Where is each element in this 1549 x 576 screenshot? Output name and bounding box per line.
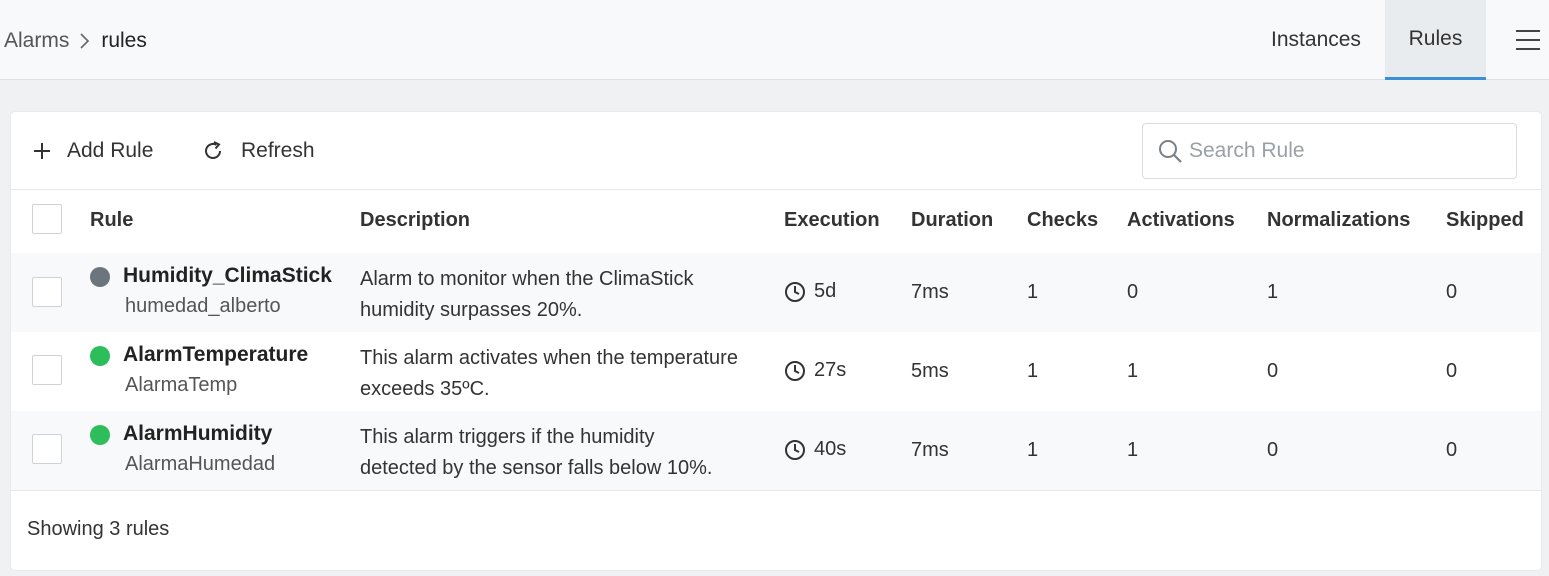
activations-value: 1 [1127,439,1139,461]
skipped-value: 0 [1446,281,1458,303]
duration-value: 5ms [911,360,949,382]
skipped-value: 0 [1446,360,1458,382]
breadcrumb-rules: rules [101,29,147,52]
duration-value: 7ms [911,281,949,303]
refresh-icon [205,141,221,159]
execution-value: 40s [814,438,847,460]
rule-description: This alarm activates when the temperatur… [360,347,738,400]
checks-value: 1 [1027,281,1039,303]
rule-id: humedad_alberto [125,295,281,317]
clock-icon [785,360,805,381]
header-execution[interactable]: Execution [784,209,880,232]
normalizations-value: 0 [1267,360,1279,382]
rule-description: This alarm triggers if the humidity detec… [360,426,713,479]
status-dot-inactive [90,267,110,287]
rule-id: AlarmaTemp [125,374,238,396]
row-checkbox[interactable] [32,434,62,464]
status-dot-active [90,346,110,366]
clock-icon [785,439,805,460]
execution-value: 27s [814,359,847,381]
rules-count: Showing 3 rules [27,518,170,540]
header-rule[interactable]: Rule [90,209,133,232]
header-checks[interactable]: Checks [1027,209,1098,232]
header-description[interactable]: Description [360,209,470,232]
header-normalizations[interactable]: Normalizations [1267,209,1410,232]
add-rule-label: Add Rule [67,139,154,162]
rule-id: AlarmaHumedad [125,453,276,475]
header-skipped[interactable]: Skipped [1446,209,1524,232]
rule-name-link[interactable]: Humidity_ClimaStick [123,264,332,288]
clock-icon [785,281,805,302]
add-rule-button[interactable]: Add Rule [33,136,153,166]
checks-value: 1 [1027,439,1039,461]
menu-icon[interactable] [1516,28,1540,52]
execution-cell: 27s [784,359,846,382]
duration-value: 7ms [911,439,949,461]
tab-rules[interactable]: Rules [1385,0,1486,80]
plus-icon [34,143,50,159]
status-dot-active [90,425,110,445]
execution-cell: 5d [784,280,836,303]
activations-value: 1 [1127,360,1139,382]
execution-cell: 40s [784,438,846,461]
table-row[interactable]: Humidity_ClimaStick humedad_alberto Alar… [11,253,1541,332]
search-box[interactable] [1142,123,1517,179]
top-bar: Alarms rules Instances Rules [0,0,1549,80]
search-icon [1159,140,1182,163]
normalizations-value: 0 [1267,439,1279,461]
checks-value: 1 [1027,360,1039,382]
table-row[interactable]: AlarmHumidity AlarmaHumedad This alarm t… [11,411,1541,490]
toolbar: Add Rule Refresh [11,112,1541,190]
normalizations-value: 1 [1267,281,1279,303]
breadcrumb: Alarms rules [4,26,147,56]
table-row[interactable]: AlarmTemperature AlarmaTemp This alarm a… [11,332,1541,411]
select-all-checkbox[interactable] [32,204,62,234]
rule-name-link[interactable]: AlarmHumidity [123,422,272,446]
skipped-value: 0 [1446,439,1458,461]
refresh-button[interactable]: Refresh [201,136,315,166]
rule-description: Alarm to monitor when the ClimaStick humi… [360,268,694,321]
search-input[interactable] [1189,139,1489,163]
breadcrumb-alarms[interactable]: Alarms [4,29,69,53]
rules-card: Add Rule Refresh Rule Description Execut… [11,112,1541,570]
activations-value: 0 [1127,281,1139,303]
header-activations[interactable]: Activations [1127,209,1235,232]
execution-value: 5d [814,280,837,302]
row-checkbox[interactable] [32,277,62,307]
table-header: Rule Description Execution Duration Chec… [11,191,1541,253]
tab-instances[interactable]: Instances [1248,0,1384,80]
rule-name-link[interactable]: AlarmTemperature [123,343,308,367]
row-checkbox[interactable] [32,355,62,385]
header-duration[interactable]: Duration [911,209,993,232]
refresh-label: Refresh [241,139,315,162]
chevron-right-icon [79,32,91,50]
table-footer: Showing 3 rules [11,490,1541,570]
